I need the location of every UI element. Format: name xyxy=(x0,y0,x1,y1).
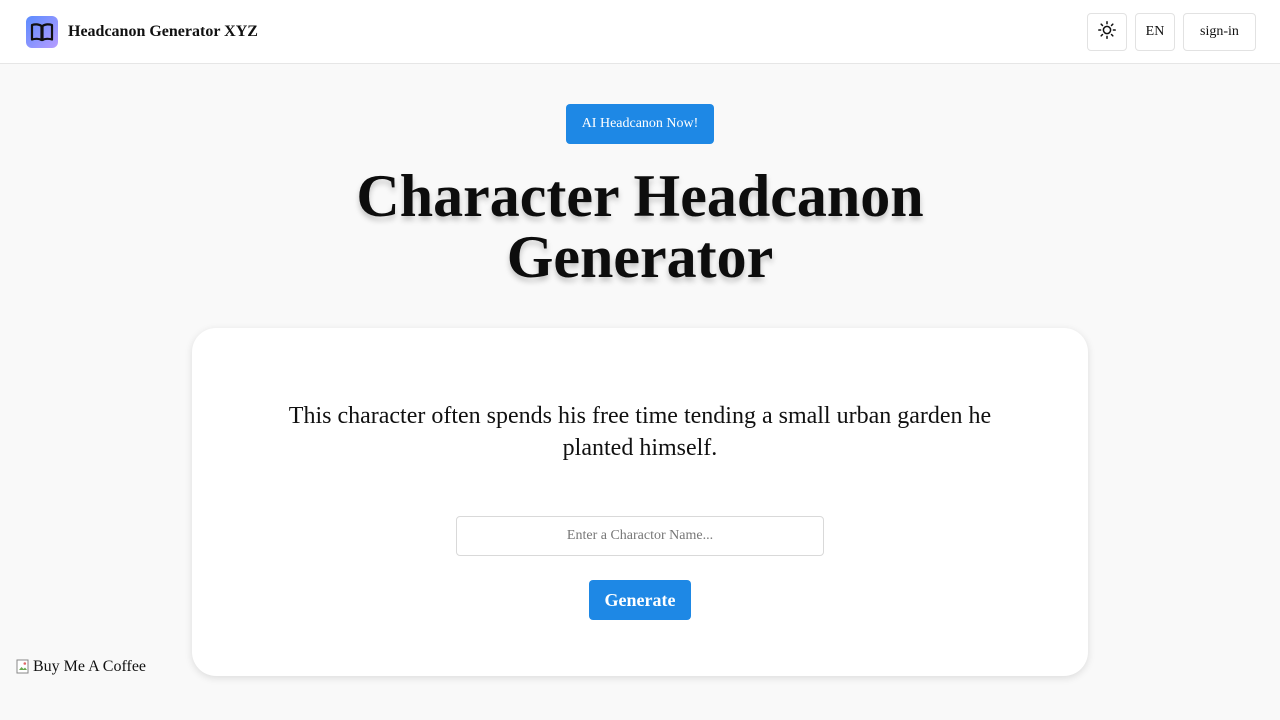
generate-button[interactable]: Generate xyxy=(589,580,691,620)
character-name-input[interactable] xyxy=(456,516,824,556)
theme-toggle-button[interactable] xyxy=(1087,13,1127,51)
headcanon-result-text: This character often spends his free tim… xyxy=(288,403,992,461)
buy-me-a-coffee-link[interactable]: Buy Me A Coffee xyxy=(16,656,146,678)
generator-card: This character often spends his free tim… xyxy=(192,328,1088,676)
broken-image-icon xyxy=(16,659,32,675)
page-title: Character Headcanon Generator xyxy=(356,163,924,290)
sun-icon xyxy=(1097,20,1117,45)
sign-in-button[interactable]: sign-in xyxy=(1183,13,1256,51)
brand-name: Headcanon Generator XYZ xyxy=(68,23,258,40)
ai-headcanon-badge-button[interactable]: AI Headcanon Now! xyxy=(566,104,714,144)
coffee-alt-text: Buy Me A Coffee xyxy=(33,658,147,675)
open-book-icon xyxy=(26,16,58,48)
language-button[interactable]: EN xyxy=(1135,13,1175,51)
top-navbar: Headcanon Generator XYZ EN sign-in xyxy=(0,0,1280,64)
brand-link[interactable]: Headcanon Generator XYZ xyxy=(26,16,258,48)
navbar-actions: EN sign-in xyxy=(1087,13,1256,51)
